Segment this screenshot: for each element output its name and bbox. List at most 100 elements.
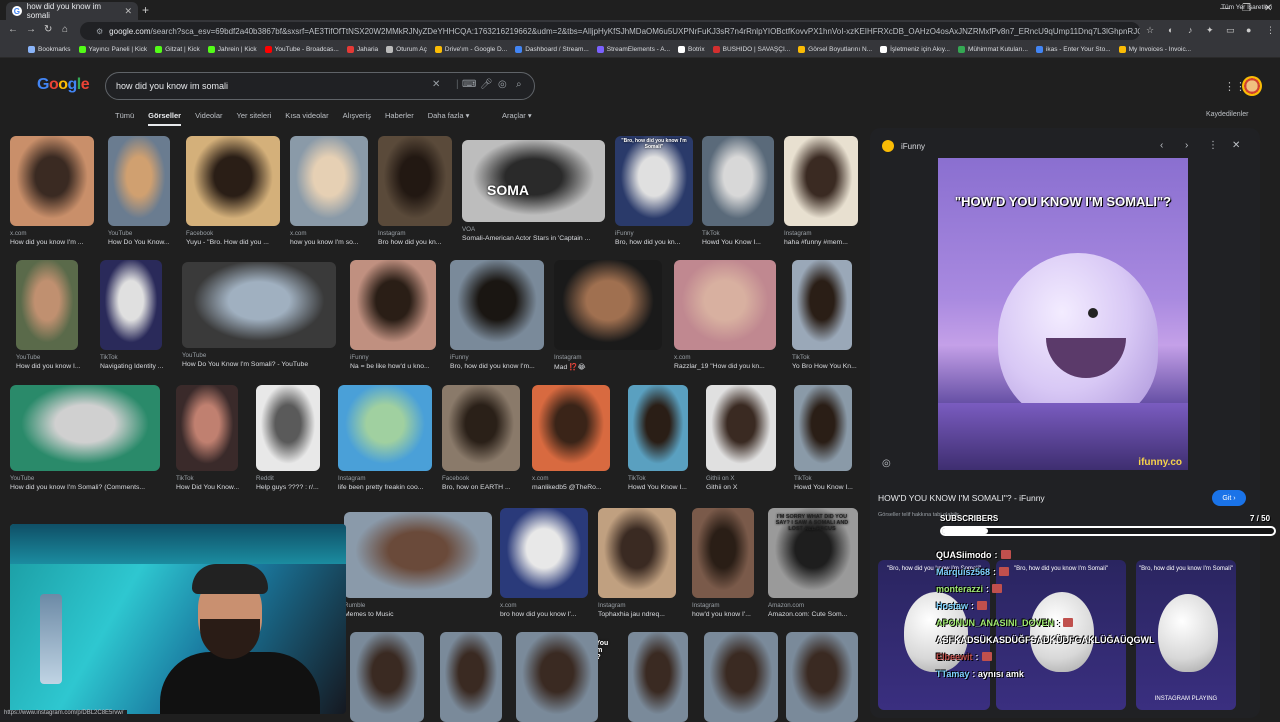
- bookmark-item[interactable]: Drive'ım - Google D...: [434, 46, 507, 53]
- search-tab[interactable]: Kısa videolar: [285, 111, 328, 126]
- image-result-thumbnail[interactable]: [598, 508, 676, 598]
- menu-icon[interactable]: ⋮: [1266, 25, 1275, 36]
- panel-source[interactable]: iFunny: [882, 140, 925, 152]
- image-result-thumbnail[interactable]: [706, 385, 776, 471]
- image-result-caption[interactable]: TikTok Howd You Know I...: [794, 475, 874, 491]
- image-result-thumbnail[interactable]: [350, 260, 436, 350]
- image-result-thumbnail[interactable]: [256, 385, 320, 471]
- bookmark-item[interactable]: BUSHIDO | SAVAŞÇI...: [712, 46, 790, 53]
- bookmark-star-icon[interactable]: ☆: [1146, 25, 1154, 36]
- more-icon[interactable]: ⋮: [1208, 140, 1218, 151]
- media-icon[interactable]: ♪: [1188, 25, 1193, 35]
- image-result-caption[interactable]: Githii on X Githii on X: [706, 475, 786, 491]
- image-result-caption[interactable]: Instagram haha #funny #mem...: [784, 230, 864, 246]
- search-icon[interactable]: ⌕: [516, 79, 522, 90]
- image-result-caption[interactable]: Rumble Memes to Music: [344, 602, 492, 618]
- image-result-thumbnail[interactable]: [182, 262, 336, 348]
- new-tab-button[interactable]: +: [142, 3, 149, 17]
- all-bookmarks[interactable]: Tüm Yer İşaretleri: [1221, 4, 1272, 11]
- visit-button[interactable]: Git ›: [1212, 490, 1246, 506]
- bookmark-item[interactable]: Görsel Boyutlarını N...: [798, 46, 872, 53]
- extension-icon[interactable]: ◐: [1168, 25, 1173, 35]
- image-result-thumbnail[interactable]: [628, 632, 688, 722]
- image-result-caption[interactable]: x.com How did you know I'm ...: [10, 230, 94, 246]
- bookmark-item[interactable]: Botrix: [678, 46, 705, 53]
- image-result-thumbnail[interactable]: [628, 385, 688, 471]
- image-result-thumbnail[interactable]: [794, 385, 852, 471]
- image-result-caption[interactable]: TikTok Howd You Know I...: [702, 230, 782, 246]
- image-result-thumbnail[interactable]: [10, 385, 160, 471]
- search-tab[interactable]: Alışveriş: [343, 111, 371, 126]
- clear-icon[interactable]: ✕: [432, 79, 440, 90]
- address-bar[interactable]: ⚙ google.com/search?sca_esv=69bdf2a40b38…: [80, 22, 1140, 40]
- panel-title[interactable]: HOW'D YOU KNOW I'M SOMALI"? - iFunny: [878, 493, 1045, 503]
- image-result-caption[interactable]: Instagram Mad ⁉️😂: [554, 354, 662, 371]
- sidebar-icon[interactable]: ▭: [1226, 25, 1235, 36]
- image-result-thumbnail[interactable]: [532, 385, 610, 471]
- image-result-thumbnail[interactable]: [450, 260, 544, 350]
- image-result-thumbnail[interactable]: [10, 136, 94, 226]
- image-result-caption[interactable]: VOA Somali-American Actor Stars in 'Capta…: [462, 226, 605, 242]
- image-result-caption[interactable]: YouTube How did you know I'm Somali? (Com…: [10, 475, 160, 491]
- image-result-thumbnail[interactable]: [500, 508, 588, 598]
- image-result-thumbnail[interactable]: [554, 260, 662, 350]
- image-result-caption[interactable]: Amazon.com Amazon.com: Cute Som...: [768, 602, 858, 618]
- image-result-thumbnail[interactable]: [516, 632, 598, 722]
- bookmark-item[interactable]: İşletmeniz için Akıy...: [880, 46, 950, 53]
- tools-button[interactable]: Araçlar ▾: [502, 111, 532, 120]
- image-result-caption[interactable]: TikTok Navigating Identity ...: [100, 354, 180, 370]
- avatar[interactable]: [1242, 76, 1262, 96]
- image-result-caption[interactable]: YouTube How did you know I...: [16, 354, 96, 370]
- image-result-caption[interactable]: YouTube How Do You Know...: [108, 230, 188, 246]
- next-icon[interactable]: ›: [1185, 140, 1188, 151]
- image-result-caption[interactable]: Facebook Yuyu - "Bro. How did you ...: [186, 230, 280, 246]
- image-result-caption[interactable]: Facebook Bro, how on EARTH ...: [442, 475, 522, 491]
- bookmark-item[interactable]: Jaharia: [346, 46, 378, 53]
- image-result-thumbnail[interactable]: [462, 140, 605, 222]
- forward-icon[interactable]: →: [26, 24, 36, 35]
- bookmark-item[interactable]: Gitzat | Kick: [155, 46, 200, 53]
- bookmark-item[interactable]: Bookmarks: [28, 46, 71, 53]
- image-result-caption[interactable]: Instagram how'd you know I'...: [692, 602, 772, 618]
- image-result-thumbnail[interactable]: [786, 632, 858, 722]
- search-tab[interactable]: Haberler: [385, 111, 414, 126]
- mic-icon[interactable]: 🎤︎: [480, 79, 493, 90]
- back-icon[interactable]: ←: [8, 24, 18, 35]
- bookmark-item[interactable]: YouTube - Broadcas...: [264, 46, 339, 53]
- preview-image[interactable]: "HOW'D YOU KNOW I'M SOMALI"? ifunny.co: [938, 158, 1188, 470]
- bookmark-item[interactable]: StreamElements - A...: [596, 46, 670, 53]
- prev-icon[interactable]: ‹: [1160, 140, 1163, 151]
- search-tab[interactable]: Daha fazla ▾: [428, 111, 470, 126]
- image-result-thumbnail[interactable]: [344, 512, 492, 598]
- image-result-caption[interactable]: TikTok How Did You Know...: [176, 475, 256, 491]
- image-result-caption[interactable]: Instagram Tophaxhia jau ndreq...: [598, 602, 678, 618]
- image-result-thumbnail[interactable]: [440, 632, 502, 722]
- bookmark-item[interactable]: My Invoices - Invoic...: [1118, 46, 1191, 53]
- image-result-thumbnail[interactable]: [350, 632, 424, 722]
- image-result-thumbnail[interactable]: [704, 632, 778, 722]
- image-result-thumbnail[interactable]: [100, 260, 162, 350]
- image-result-caption[interactable]: x.com bro how did you know I'...: [500, 602, 588, 618]
- lens-search-icon[interactable]: ◎: [882, 458, 891, 469]
- image-result-caption[interactable]: YouTube How Do You Know I'm Somali? - You…: [182, 352, 336, 368]
- search-tab[interactable]: Videolar: [195, 111, 222, 126]
- site-info-icon[interactable]: ⚙: [96, 27, 103, 36]
- search-input[interactable]: how did you know im somali ✕ | ⌨ 🎤︎ ◎ ⌕: [105, 72, 535, 100]
- image-result-thumbnail[interactable]: [176, 385, 238, 471]
- saved-button[interactable]: Kaydedilenler: [1206, 111, 1248, 118]
- google-logo[interactable]: Google: [37, 76, 90, 94]
- bookmark-item[interactable]: Jahrein | Kick: [207, 46, 257, 53]
- image-result-thumbnail[interactable]: [108, 136, 170, 226]
- image-result-caption[interactable]: Reddit Help guys ???? : r/...: [256, 475, 336, 491]
- image-result-caption[interactable]: iFunny Bro, how did you know I'm...: [450, 354, 544, 370]
- image-result-thumbnail[interactable]: [792, 260, 852, 350]
- search-tab[interactable]: Görseller: [148, 111, 182, 126]
- image-result-thumbnail[interactable]: [674, 260, 776, 350]
- bookmark-item[interactable]: Mühimmat Kutuları...: [957, 46, 1028, 53]
- bookmark-item[interactable]: Oturum Aç: [386, 46, 427, 53]
- keyboard-icon[interactable]: ⌨: [462, 79, 476, 90]
- tab-close-icon[interactable]: ✕: [124, 6, 132, 17]
- image-result-thumbnail[interactable]: [290, 136, 368, 226]
- image-result-thumbnail[interactable]: [378, 136, 452, 226]
- browser-tab[interactable]: G how did you know im somali ✕: [6, 2, 138, 20]
